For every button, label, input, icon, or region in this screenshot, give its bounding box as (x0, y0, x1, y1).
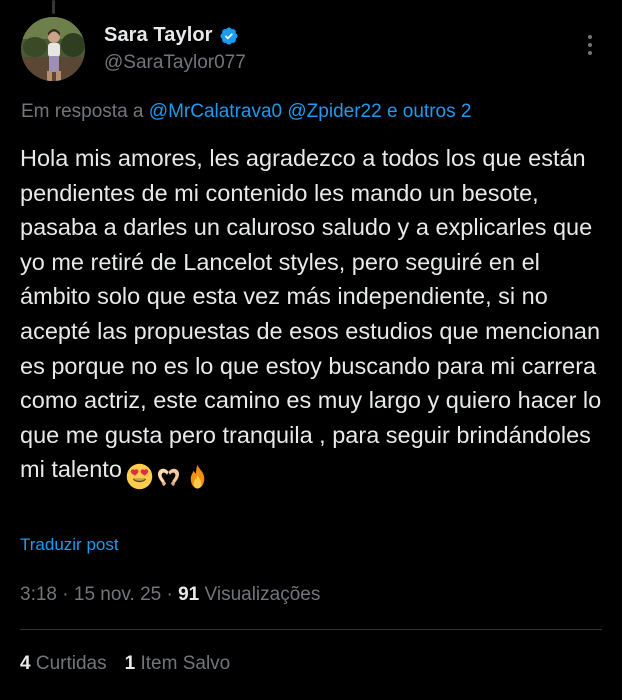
tweet-text-block: Hola mis amores, les agradezco a todos l… (20, 141, 610, 492)
heart-hands-emoji (157, 468, 179, 486)
author-display-name[interactable]: Sara Taylor (104, 24, 213, 47)
reply-context: Em resposta a @MrCalatrava0 @Zpider22 e … (21, 101, 471, 123)
translate-post-link[interactable]: Traduzir post (20, 535, 119, 555)
bookmarks-label: Item Salvo (140, 653, 231, 674)
heart-eyes-emoji (126, 463, 153, 489)
divider (20, 629, 602, 630)
meta-separator: · (62, 584, 69, 605)
bookmarks-stat[interactable]: 1 Item Salvo (125, 653, 231, 674)
verified-badge-icon (219, 26, 239, 46)
likes-label: Curtidas (35, 653, 107, 674)
avatar[interactable] (21, 17, 85, 81)
reply-others-link[interactable]: e outros 2 (387, 101, 472, 122)
avatar-photo (21, 17, 85, 81)
views-count: 91 (178, 584, 200, 605)
more-options-icon[interactable] (578, 30, 602, 60)
reply-mention-link[interactable]: @Zpider22 (287, 101, 381, 122)
tweet-text: Hola mis amores, les agradezco a todos l… (20, 145, 602, 483)
likes-count: 4 (20, 653, 31, 674)
reply-prefix: Em resposta a (21, 101, 144, 122)
views-label: Visualizações (204, 584, 321, 605)
engagement-stats: 4 Curtidas 1 Item Salvo (20, 653, 230, 675)
tweet-meta: 3:18 · 15 nov. 25 · 91 Visualizações (20, 584, 320, 606)
tweet-emojis (126, 457, 213, 492)
tweet-date[interactable]: 15 nov. 25 (74, 584, 161, 605)
fire-emoji (190, 464, 205, 489)
meta-separator: · (166, 584, 173, 605)
thread-connector-line (52, 0, 55, 14)
reply-mention-link[interactable]: @MrCalatrava0 (149, 101, 282, 122)
author-name-row: Sara Taylor (104, 24, 239, 47)
author-handle[interactable]: @SaraTaylor077 (104, 52, 246, 74)
likes-stat[interactable]: 4 Curtidas (20, 653, 107, 674)
bookmarks-count: 1 (124, 653, 136, 674)
tweet-time[interactable]: 3:18 (20, 584, 57, 605)
